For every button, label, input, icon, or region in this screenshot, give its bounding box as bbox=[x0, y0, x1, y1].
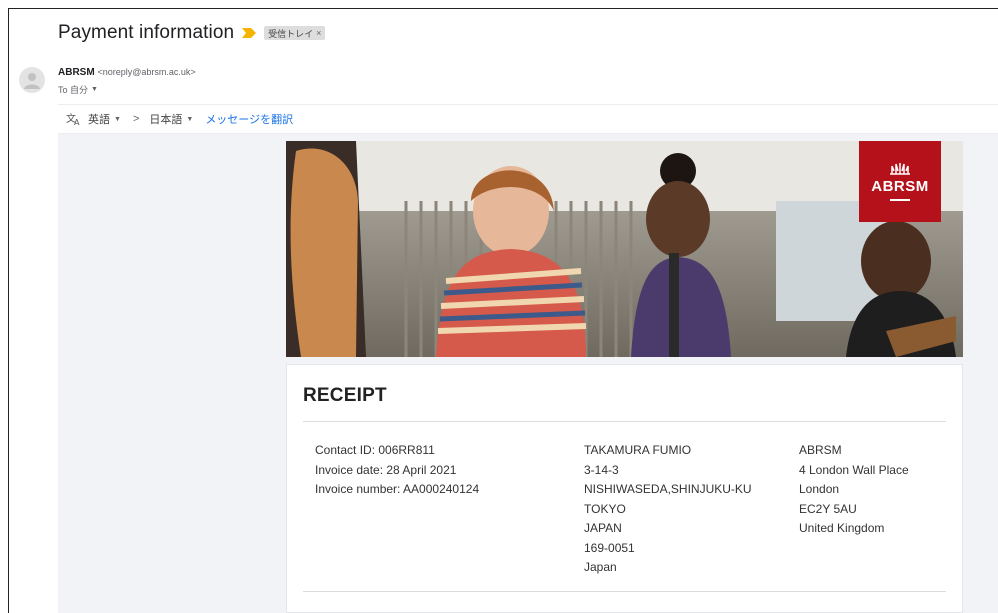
customer-address-line: JAPAN bbox=[584, 521, 622, 535]
translate-icon: 文 A bbox=[66, 112, 82, 127]
target-language-caret-icon: ▼ bbox=[186, 115, 194, 123]
invoice-number: Invoice number: AA000240124 bbox=[315, 482, 480, 496]
recipient-details-caret-icon[interactable]: ▼ bbox=[91, 86, 98, 93]
customer-address-column: TAKAMURA FUMIO 3-14-3 NISHIWASEDA,SHINJU… bbox=[584, 441, 752, 578]
receipt-card: RECEIPT Contact ID: 006RR811 Invoice dat… bbox=[286, 364, 963, 613]
customer-address-line: 169-0051 bbox=[584, 540, 635, 555]
crown-icon bbox=[890, 163, 910, 175]
recipient-text: To 自分 bbox=[58, 85, 89, 95]
target-language-label: 日本語 bbox=[149, 114, 183, 126]
sender-line: ABRSM <noreply@abrsm.ac.uk> bbox=[58, 67, 196, 78]
invoice-date: Invoice date: 28 April 2021 bbox=[315, 462, 457, 477]
language-arrow-icon: > bbox=[132, 113, 140, 125]
source-language-dropdown[interactable]: 英語 ▼ bbox=[88, 111, 121, 127]
inbox-label-text: 受信トレイ bbox=[268, 28, 314, 39]
receipt-divider-bottom bbox=[303, 591, 946, 592]
receipt-divider-top bbox=[303, 421, 946, 422]
sender-avatar[interactable] bbox=[19, 67, 45, 93]
hero-photo: ABRSM bbox=[286, 141, 963, 357]
company-address-line: EC2Y 5AU bbox=[799, 501, 857, 516]
sender-address: <noreply@abrsm.ac.uk> bbox=[97, 67, 196, 77]
sender-name[interactable]: ABRSM bbox=[58, 67, 95, 78]
inbox-label-chip[interactable]: 受信トレイ × bbox=[264, 26, 326, 40]
subject-row: Payment information 受信トレイ × bbox=[58, 20, 326, 46]
abrsm-logo[interactable]: ABRSM bbox=[859, 141, 941, 222]
company-address-line: 4 London Wall Place bbox=[799, 462, 909, 477]
receipt-details-column: Contact ID: 006RR811 Invoice date: 28 Ap… bbox=[315, 441, 479, 500]
remove-label-icon[interactable]: × bbox=[316, 28, 321, 38]
svg-text:A: A bbox=[74, 118, 80, 126]
contact-id: Contact ID: 006RR811 bbox=[315, 443, 435, 457]
customer-address-line: Japan bbox=[584, 560, 617, 574]
company-address-column: ABRSM 4 London Wall Place London EC2Y 5A… bbox=[799, 441, 909, 539]
email-subject: Payment information bbox=[58, 22, 235, 43]
source-language-caret-icon: ▼ bbox=[114, 115, 121, 123]
customer-address-line: NISHIWASEDA,SHINJUKU-KU bbox=[584, 482, 752, 496]
company-address-line: London bbox=[799, 482, 840, 496]
company-address-line: United Kingdom bbox=[799, 521, 885, 535]
logo-text: ABRSM bbox=[871, 178, 929, 195]
translate-message-link[interactable]: メッセージを翻訳 bbox=[205, 111, 293, 127]
logo-underline bbox=[890, 199, 910, 201]
company-address-line: ABRSM bbox=[799, 443, 842, 457]
target-language-dropdown[interactable]: 日本語 ▼ bbox=[149, 111, 193, 127]
translate-bar: 文 A 英語 ▼ > 日本語 ▼ メッセージを翻訳 bbox=[58, 104, 998, 134]
source-language-label: 英語 bbox=[88, 114, 110, 126]
importance-marker-icon[interactable] bbox=[242, 28, 257, 38]
customer-address-line: TAKAMURA FUMIO bbox=[584, 443, 692, 457]
receipt-title: RECEIPT bbox=[303, 385, 387, 406]
customer-address-line: 3-14-3 bbox=[584, 462, 619, 477]
customer-address-line: TOKYO bbox=[584, 501, 626, 516]
recipient-line[interactable]: To 自分 ▼ bbox=[58, 83, 98, 96]
